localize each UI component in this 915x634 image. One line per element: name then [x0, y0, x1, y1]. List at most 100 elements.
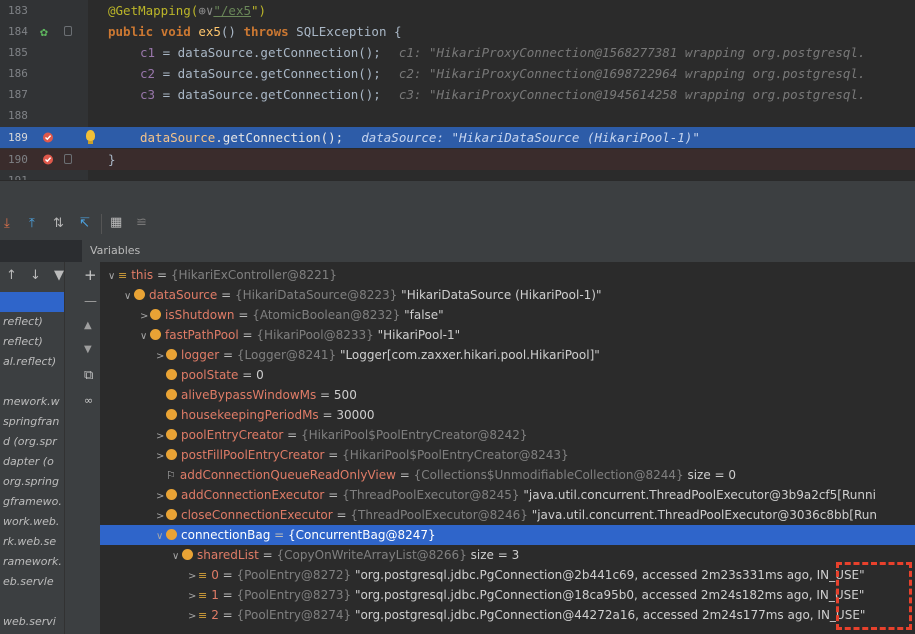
step-into-icon[interactable]: ⤓ — [4, 216, 10, 231]
list-item[interactable]: springfran — [0, 412, 64, 432]
variable-row[interactable]: > ≡ 0 = {PoolEntry@8272} "org.postgresql.j… — [100, 565, 915, 585]
fold-icon[interactable] — [64, 154, 72, 164]
drop-frame-icon[interactable]: ⇅ — [53, 216, 64, 231]
field-icon — [150, 329, 161, 340]
list-item[interactable]: al.reflect) — [0, 352, 64, 372]
variable-type: {HikariPool@8233} — [256, 328, 374, 342]
variable-type: {CopyOnWriteArrayList@8266} — [276, 548, 467, 562]
variable-row[interactable]: ∨ sharedList = {CopyOnWriteArrayList@8266… — [100, 545, 915, 565]
mapping-path-link[interactable]: /ex5 — [221, 3, 251, 18]
expand-arrow-icon[interactable]: > — [140, 307, 150, 327]
expand-arrow-icon[interactable]: > — [156, 347, 166, 367]
collapse-arrow-icon[interactable]: ∨ — [108, 267, 118, 287]
panel-divider[interactable] — [0, 180, 915, 211]
field-icon — [166, 389, 177, 400]
variable-value: "false" — [404, 308, 444, 322]
variable-row[interactable]: poolState = 0 — [100, 365, 915, 385]
bean-icon[interactable]: ✿ — [40, 22, 48, 43]
move-up-icon[interactable]: ▲ — [84, 320, 92, 331]
remove-watch-icon[interactable]: — — [84, 294, 97, 309]
step-out-icon[interactable]: ⤒ — [29, 216, 35, 231]
variable-value: "HikariDataSource (HikariPool-1)" — [401, 288, 602, 302]
variable-row[interactable]: ∨ dataSource = {HikariDataSource@8223} "H… — [100, 285, 915, 305]
variable-row[interactable]: aliveBypassWindowMs = 500 — [100, 385, 915, 405]
equals-sign: = — [238, 328, 257, 342]
variable-row[interactable]: > logger = {Logger@8241} "Logger[com.zaxx… — [100, 345, 915, 365]
field-icon — [166, 509, 177, 520]
variable-row[interactable]: ∨ ≡ this = {HikariExController@8221} — [100, 265, 915, 285]
variable-row[interactable]: > closeConnectionExecutor = {ThreadPoolEx… — [100, 505, 915, 525]
list-item[interactable]: org.spring — [0, 472, 64, 492]
run-to-cursor-icon[interactable]: ↸ — [79, 216, 90, 231]
list-item[interactable]: reflect) — [0, 312, 64, 332]
expand-arrow-icon[interactable]: > — [188, 587, 198, 607]
variable-name: addConnectionQueueReadOnlyView — [179, 468, 396, 482]
down-arrow-icon[interactable]: ↓ — [30, 268, 41, 283]
lightbulb-icon[interactable] — [86, 130, 95, 144]
code-line: 185 c1 = dataSource.getConnection(); c1: … — [0, 42, 915, 63]
watches-glasses-icon[interactable]: ∞ — [84, 394, 93, 407]
inline-debug-value: dataSource: "HikariDataSource (HikariPoo… — [361, 130, 700, 145]
expand-arrow-icon[interactable]: > — [156, 487, 166, 507]
list-icon: ≡ — [118, 269, 128, 282]
copy-icon[interactable]: ⧉ — [84, 368, 93, 383]
list-item[interactable]: rk.web.se — [0, 532, 64, 552]
expand-arrow-icon[interactable]: > — [188, 607, 198, 627]
variable-row[interactable]: ∨ fastPathPool = {HikariPool@8233} "Hikar… — [100, 325, 915, 345]
list-item[interactable] — [0, 372, 64, 392]
list-item[interactable]: eb.servle — [0, 572, 64, 592]
variable-row[interactable]: > postFillPoolEntryCreator = {HikariPool$… — [100, 445, 915, 465]
variable-row[interactable]: > ≡ 1 = {PoolEntry@8273} "org.postgresql.j… — [100, 585, 915, 605]
trace-icon[interactable]: ≌ — [136, 215, 147, 230]
variable-type: {PoolEntry@8273} — [236, 588, 352, 602]
variable-name: isShutdown — [165, 308, 235, 322]
frames-side-toolbar — [64, 262, 83, 634]
variables-tree[interactable]: ∨ ≡ this = {HikariExController@8221} ∨ dataS… — [100, 262, 915, 634]
code-editor[interactable]: 183 @GetMapping(⊕∨"/ex5") 184 ✿ public v… — [0, 0, 915, 180]
variable-name: poolState — [181, 368, 239, 382]
up-arrow-icon[interactable]: ↑ — [6, 268, 17, 283]
expand-arrow-icon[interactable]: > — [156, 507, 166, 527]
variable-row[interactable]: > ≡ 2 = {PoolEntry@8274} "org.postgresql.j… — [100, 605, 915, 625]
variable-value: 0 — [256, 368, 264, 382]
breakpoint-icon[interactable] — [42, 153, 54, 165]
list-item[interactable]: mework.w — [0, 392, 64, 412]
list-item[interactable]: work.web. — [0, 512, 64, 532]
field-icon — [166, 529, 177, 540]
variable-row[interactable]: ⚐ addConnectionQueueReadOnlyView = {Colle… — [100, 465, 915, 485]
move-down-icon[interactable]: ▼ — [84, 344, 92, 355]
collapse-arrow-icon[interactable]: ∨ — [140, 327, 150, 347]
list-item[interactable]: gframewo. — [0, 492, 64, 512]
breakpoint-icon[interactable] — [42, 131, 54, 143]
list-item[interactable]: reflect) — [0, 332, 64, 352]
filter-icon[interactable]: ▼ — [54, 268, 64, 283]
variable-row[interactable]: > addConnectionExecutor = {ThreadPoolExec… — [100, 485, 915, 505]
collapse-arrow-icon[interactable]: ∨ — [172, 547, 182, 567]
ide-window: 183 @GetMapping(⊕∨"/ex5") 184 ✿ public v… — [0, 0, 915, 634]
expand-arrow-icon[interactable]: > — [156, 427, 166, 447]
variable-type: {Collections$UnmodifiableCollection@8244… — [413, 468, 684, 482]
variable-name: dataSource — [149, 288, 218, 302]
list-item[interactable]: web.servi — [0, 612, 64, 632]
inline-debug-value: c1: "HikariProxyConnection@1568277381 wr… — [398, 45, 866, 60]
line-number: 184 — [8, 25, 28, 38]
evaluate-expression-icon[interactable]: ▦ — [110, 215, 122, 230]
list-item[interactable]: ramework. — [0, 552, 64, 572]
collapse-arrow-icon[interactable]: ∨ — [124, 287, 134, 307]
list-item[interactable] — [0, 592, 64, 612]
list-item[interactable]: dapter (o — [0, 452, 64, 472]
variable-row[interactable]: > poolEntryCreator = {HikariPool$PoolEntr… — [100, 425, 915, 445]
add-watch-icon[interactable]: + — [84, 266, 97, 284]
variable-row[interactable]: housekeepingPeriodMs = 30000 — [100, 405, 915, 425]
variable-type: {ConcurrentBag@8247} — [288, 528, 436, 542]
variable-row[interactable]: > isShutdown = {AtomicBoolean@8232} "fals… — [100, 305, 915, 325]
selected-variable-row[interactable]: ∨ connectionBag = {ConcurrentBag@8247} — [100, 525, 915, 545]
collapse-arrow-icon[interactable]: ∨ — [156, 527, 166, 547]
list-item[interactable]: d (org.spr — [0, 432, 64, 452]
list-item[interactable] — [0, 292, 64, 312]
fold-icon[interactable] — [64, 26, 72, 36]
expand-arrow-icon[interactable]: > — [156, 447, 166, 467]
expand-arrow-icon[interactable]: > — [188, 567, 198, 587]
web-icon: ⊕∨ — [198, 3, 214, 18]
line-number: 188 — [8, 109, 28, 122]
